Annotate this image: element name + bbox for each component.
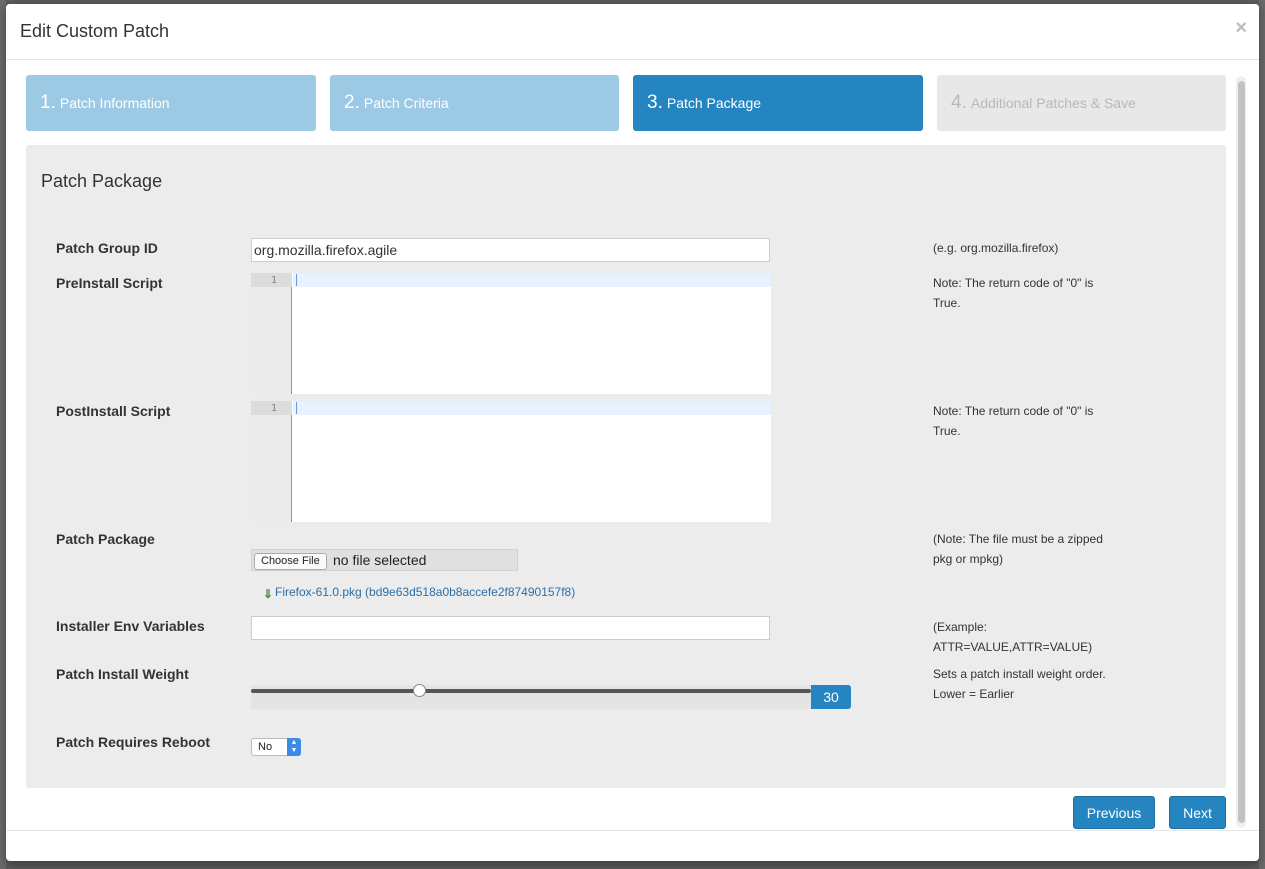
installer-env-variables-help: (Example: ATTR=VALUE,ATTR=VALUE) [933, 620, 1093, 654]
patch-requires-reboot-label: Patch Requires Reboot [56, 734, 211, 750]
step-additional-patches-save[interactable]: 4. Additional Patches & Save [937, 75, 1226, 131]
requires-reboot-select[interactable]: No ▲ ▼ [251, 738, 301, 756]
active-line-highlight [293, 401, 771, 415]
file-input[interactable]: Choose File no file selected [251, 549, 518, 571]
edit-custom-patch-modal: Edit Custom Patch × 1. Patch Information … [6, 4, 1259, 861]
text-cursor [296, 274, 297, 286]
line-gutter: 1 [251, 273, 292, 394]
modal-footer-divider [6, 830, 1259, 831]
step-number: 2. [344, 92, 360, 113]
previous-button[interactable]: Previous [1073, 796, 1155, 829]
step-number: 3. [647, 92, 663, 113]
step-number: 4. [951, 92, 967, 113]
step-label: Patch Information [59, 95, 170, 111]
postinstall-script-editor[interactable]: 1 [251, 401, 771, 522]
file-status-text: no file selected [333, 552, 427, 568]
current-package-link[interactable]: Firefox-61.0.pkg (bd9e63d518a0b8accefe2f… [275, 585, 575, 599]
choose-file-button[interactable]: Choose File [254, 553, 327, 570]
line-number: 1 [270, 275, 277, 286]
modal-header: Edit Custom Patch × [6, 4, 1259, 60]
select-value: No [258, 741, 273, 753]
step-patch-package[interactable]: 3. Patch Package [633, 75, 923, 131]
postinstall-script-help: Note: The return code of "0" is True. [933, 404, 1094, 438]
line-number: 1 [270, 403, 277, 414]
weight-help-line2: Lower = Earlier [933, 687, 1015, 701]
slider-handle[interactable] [413, 684, 426, 697]
wizard-steps: 1. Patch Information 2. Patch Criteria 3. P… [26, 75, 1226, 131]
modal-scrollbar-thumb[interactable] [1238, 81, 1245, 823]
installer-env-variables-label: Installer Env Variables [56, 618, 205, 634]
patch-package-label: Patch Package [56, 531, 155, 547]
line-gutter: 1 [251, 401, 292, 522]
install-weight-slider[interactable] [251, 684, 811, 709]
patch-group-id-help: (e.g. org.mozilla.firefox) [933, 241, 1059, 255]
preinstall-script-editor[interactable]: 1 [251, 273, 771, 394]
chevron-up-down-icon: ▲ ▼ [287, 738, 301, 756]
down-arrow-icon: ⇓ [263, 587, 274, 601]
step-label: Patch Package [666, 95, 762, 111]
patch-install-weight-label: Patch Install Weight [56, 666, 189, 682]
preinstall-script-help: Note: The return code of "0" is True. [933, 276, 1094, 310]
weight-help-line1: Sets a patch install weight order. [933, 667, 1106, 681]
active-line-highlight [293, 273, 771, 287]
patch-package-panel: Patch Package Patch Group ID org.mozilla… [26, 145, 1226, 788]
postinstall-script-label: PostInstall Script [56, 403, 171, 419]
step-label: Patch Criteria [363, 95, 449, 111]
patch-group-id-label: Patch Group ID [56, 240, 158, 256]
patch-group-id-input[interactable]: org.mozilla.firefox.agile [251, 238, 770, 262]
patch-install-weight-help: Sets a patch install weight order. Lower… [933, 664, 1113, 704]
close-icon[interactable]: × [1235, 18, 1247, 38]
step-label: Additional Patches & Save [970, 95, 1136, 111]
step-patch-criteria[interactable]: 2. Patch Criteria [330, 75, 619, 131]
step-number: 1. [40, 92, 56, 113]
next-button[interactable]: Next [1169, 796, 1226, 829]
modal-title: Edit Custom Patch [20, 21, 170, 41]
patch-package-help: (Note: The file must be a zipped pkg or … [933, 532, 1103, 566]
installer-env-variables-input[interactable] [251, 616, 770, 640]
slider-track [251, 689, 811, 693]
text-cursor [296, 402, 297, 414]
step-patch-information[interactable]: 1. Patch Information [26, 75, 316, 131]
preinstall-script-label: PreInstall Script [56, 275, 163, 291]
background-page-right [1259, 0, 1265, 869]
install-weight-value: 30 [811, 685, 851, 709]
panel-title: Patch Package [41, 171, 163, 191]
